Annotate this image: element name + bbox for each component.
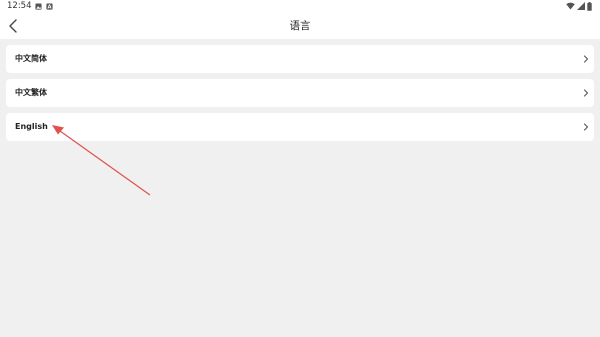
chevron-right-icon [583,55,589,63]
status-bar: 12:54 A [0,0,600,13]
language-label: 中文繁体 [15,88,47,97]
image-icon [35,3,42,10]
battery-icon [587,2,592,11]
wifi-icon [566,2,575,10]
language-label: 中文简体 [15,54,47,63]
language-label: English [15,122,48,131]
signal-icon [577,2,585,10]
language-item-traditional-chinese[interactable]: 中文繁体 [6,79,594,107]
language-item-english[interactable]: English [6,113,594,141]
app-header: 语言 [0,13,600,39]
page-title: 语言 [289,20,311,32]
a-badge-icon: A [46,3,53,10]
status-time: 12:54 [7,1,32,11]
chevron-right-icon [583,123,589,131]
chevron-right-icon [583,89,589,97]
language-item-simplified-chinese[interactable]: 中文简体 [6,45,594,73]
